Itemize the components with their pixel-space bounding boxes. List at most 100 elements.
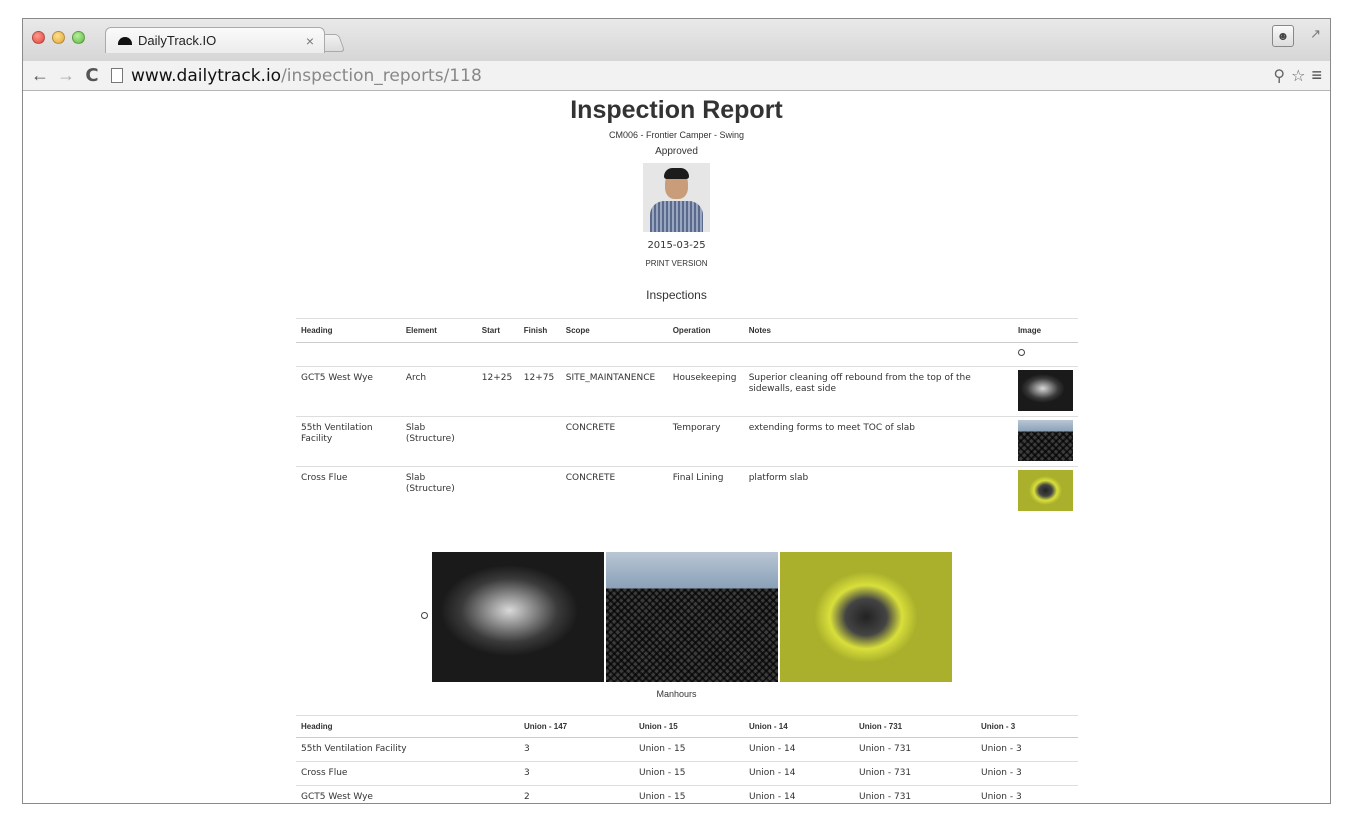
gallery-radio-icon[interactable] bbox=[421, 612, 428, 619]
table-row: Cross Flue 3 Union - 15 Union - 14 Union… bbox=[296, 761, 1078, 786]
column-header: Union - 14 bbox=[744, 715, 854, 738]
fullscreen-icon[interactable]: ↗ bbox=[1310, 26, 1321, 42]
table-cell bbox=[518, 342, 561, 367]
table-cell: Union - 14 bbox=[744, 737, 854, 762]
column-header: Image bbox=[1012, 318, 1078, 343]
table-cell: Cross Flue bbox=[296, 466, 401, 517]
reload-icon[interactable]: C bbox=[81, 65, 103, 86]
table-cell bbox=[667, 342, 744, 367]
table-cell: Housekeeping bbox=[667, 366, 744, 417]
tab-title: DailyTrack.IO bbox=[138, 33, 217, 48]
table-cell: CONCRETE bbox=[560, 466, 668, 517]
menu-icon[interactable]: ≡ bbox=[1311, 65, 1322, 86]
forward-arrow-icon[interactable]: → bbox=[55, 65, 77, 86]
photo-hair bbox=[664, 168, 689, 179]
inspections-title: Inspections bbox=[646, 288, 707, 302]
table-cell: Union - 15 bbox=[634, 785, 744, 803]
table-cell: Union - 14 bbox=[744, 761, 854, 786]
tab-close-icon[interactable]: × bbox=[306, 33, 314, 49]
url-host: www.dailytrack.io bbox=[131, 65, 282, 86]
column-header: Union - 3 bbox=[976, 715, 1078, 738]
table-cell: platform slab bbox=[743, 466, 1013, 517]
tab-dailytrack[interactable]: DailyTrack.IO × bbox=[105, 27, 325, 53]
table-cell bbox=[518, 416, 561, 467]
bookmark-star-icon[interactable]: ☆ bbox=[1291, 66, 1305, 86]
profile-icon[interactable]: ☻ bbox=[1272, 25, 1294, 47]
table-cell: Union - 731 bbox=[854, 761, 976, 786]
inspections-table: Heading Element Start Finish Scope Opera… bbox=[296, 318, 1078, 517]
table-cell: 3 bbox=[519, 737, 634, 762]
table-cell: Union - 15 bbox=[634, 761, 744, 786]
table-cell: Final Lining bbox=[667, 466, 744, 517]
column-header: Element bbox=[400, 318, 477, 343]
status-label: Approved bbox=[655, 146, 698, 157]
empty-image-radio-icon[interactable] bbox=[1017, 349, 1025, 356]
minimize-window-button[interactable] bbox=[52, 31, 65, 44]
table-cell: Slab (Structure) bbox=[400, 466, 477, 517]
page-content: Inspection Report CM006 - Frontier Campe… bbox=[23, 92, 1330, 803]
table-header-row: Heading Union - 147 Union - 15 Union - 1… bbox=[296, 715, 1078, 738]
table-cell bbox=[1012, 366, 1078, 417]
table-cell: 55th Ventilation Facility bbox=[296, 737, 519, 762]
table-cell bbox=[1012, 342, 1078, 367]
cross-flue-thumbnail[interactable] bbox=[1017, 470, 1073, 511]
tunnel-arch-thumbnail[interactable] bbox=[1017, 370, 1073, 411]
table-row: 55th Ventilation Facility 3 Union - 15 U… bbox=[296, 737, 1078, 762]
rebar-slab-image[interactable] bbox=[606, 552, 778, 682]
column-header: Union - 147 bbox=[519, 715, 634, 738]
table-header-row: Heading Element Start Finish Scope Opera… bbox=[296, 318, 1078, 343]
table-cell: Union - 3 bbox=[976, 737, 1078, 762]
table-cell: Arch bbox=[400, 366, 477, 417]
zoom-icon[interactable]: ⚲ bbox=[1273, 66, 1285, 86]
report-header: Inspection Report CM006 - Frontier Campe… bbox=[23, 92, 1330, 302]
table-cell bbox=[296, 342, 401, 367]
table-cell: GCT5 West Wye bbox=[296, 366, 401, 417]
table-cell: 12+25 bbox=[476, 366, 519, 417]
table-cell: Slab (Structure) bbox=[400, 416, 477, 467]
cross-flue-image[interactable] bbox=[780, 552, 952, 682]
tunnel-arch-image[interactable] bbox=[432, 552, 604, 682]
table-cell: 3 bbox=[519, 761, 634, 786]
column-header: Union - 731 bbox=[854, 715, 976, 738]
table-cell: Union - 731 bbox=[854, 785, 976, 803]
table-cell: Superior cleaning off rebound from the t… bbox=[743, 366, 1013, 417]
table-row bbox=[296, 342, 1078, 367]
table-cell: SITE_MAINTANENCE bbox=[560, 366, 668, 417]
address-bar[interactable]: www.dailytrack.io/inspection_reports/118 bbox=[111, 64, 1273, 88]
table-cell: Temporary bbox=[667, 416, 744, 467]
zoom-window-button[interactable] bbox=[72, 31, 85, 44]
table-cell: 55th Ventilation Facility bbox=[296, 416, 401, 467]
table-cell: Union - 14 bbox=[744, 785, 854, 803]
column-header: Scope bbox=[560, 318, 668, 343]
back-arrow-icon[interactable]: ← bbox=[29, 65, 51, 86]
table-cell bbox=[476, 466, 519, 517]
table-cell bbox=[743, 342, 1013, 367]
table-cell bbox=[400, 342, 477, 367]
rebar-slab-thumbnail[interactable] bbox=[1017, 420, 1073, 461]
page-icon bbox=[111, 68, 123, 83]
url-path: /inspection_reports/118 bbox=[281, 65, 482, 86]
report-subtitle: CM006 - Frontier Camper - Swing bbox=[608, 130, 745, 140]
table-row: GCT5 West Wye Arch 12+25 12+75 SITE_MAIN… bbox=[296, 366, 1078, 417]
table-cell bbox=[476, 416, 519, 467]
tab-bar: DailyTrack.IO × ☻ ↗ bbox=[23, 19, 1330, 61]
image-gallery bbox=[432, 552, 954, 682]
table-cell: 2 bbox=[519, 785, 634, 803]
close-window-button[interactable] bbox=[32, 31, 45, 44]
table-cell bbox=[560, 342, 668, 367]
column-header: Union - 15 bbox=[634, 715, 744, 738]
manhours-table: Heading Union - 147 Union - 15 Union - 1… bbox=[296, 715, 1078, 803]
table-cell: extending forms to meet TOC of slab bbox=[743, 416, 1013, 467]
table-cell: GCT5 West Wye bbox=[296, 785, 519, 803]
table-cell: Union - 3 bbox=[976, 761, 1078, 786]
table-cell bbox=[1012, 466, 1078, 517]
report-date: 2015-03-25 bbox=[647, 240, 706, 251]
inspector-photo bbox=[643, 163, 710, 232]
table-cell: Cross Flue bbox=[296, 761, 519, 786]
table-row: 55th Ventilation Facility Slab (Structur… bbox=[296, 416, 1078, 467]
page-title: Inspection Report bbox=[570, 96, 783, 124]
table-cell: Union - 3 bbox=[976, 785, 1078, 803]
table-cell bbox=[1012, 416, 1078, 467]
print-version-link[interactable]: PRINT VERSION bbox=[23, 259, 1330, 268]
table-cell: Union - 15 bbox=[634, 737, 744, 762]
